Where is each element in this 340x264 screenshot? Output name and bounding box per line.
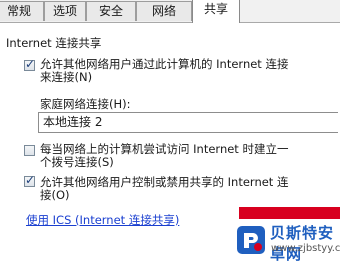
tab-bar: 常规 选项 安全 网络 共享 <box>0 0 340 23</box>
tab-sharing[interactable]: 共享 <box>192 0 240 23</box>
watermark: 贝斯特安卓网 www.zjbstyy.com <box>232 219 340 263</box>
ics-help-link[interactable]: 使用 ICS (Internet 连接共享) <box>26 212 179 228</box>
home-network-label: 家庭网络连接(H): <box>40 97 131 111</box>
tab-general[interactable]: 常规 <box>0 1 44 21</box>
watermark-site-url: www.zjbstyy.com <box>271 243 340 254</box>
tab-security[interactable]: 安全 <box>86 1 136 21</box>
allow-connect-checkbox[interactable] <box>24 57 35 71</box>
ics-section-title: Internet 连接共享 <box>6 36 102 50</box>
dial-on-demand-checkbox[interactable] <box>24 145 35 156</box>
watermark-red-bar <box>239 207 340 219</box>
home-network-select[interactable]: 本地连接 2 <box>38 112 338 133</box>
allow-control-label-line1: 允许其他网络用户控制或禁用共享的 Internet 连 <box>40 175 289 189</box>
dial-on-demand-label-line2: 个拨号连接(S) <box>40 155 114 169</box>
allow-connect-label-line2: 来连接(N) <box>40 70 93 84</box>
tab-options[interactable]: 选项 <box>44 1 86 21</box>
tab-networking[interactable]: 网络 <box>136 1 192 21</box>
watermark-logo-icon <box>237 226 265 254</box>
allow-control-checkbox[interactable] <box>24 173 35 187</box>
allow-control-label-line2: 接(O) <box>40 188 70 202</box>
